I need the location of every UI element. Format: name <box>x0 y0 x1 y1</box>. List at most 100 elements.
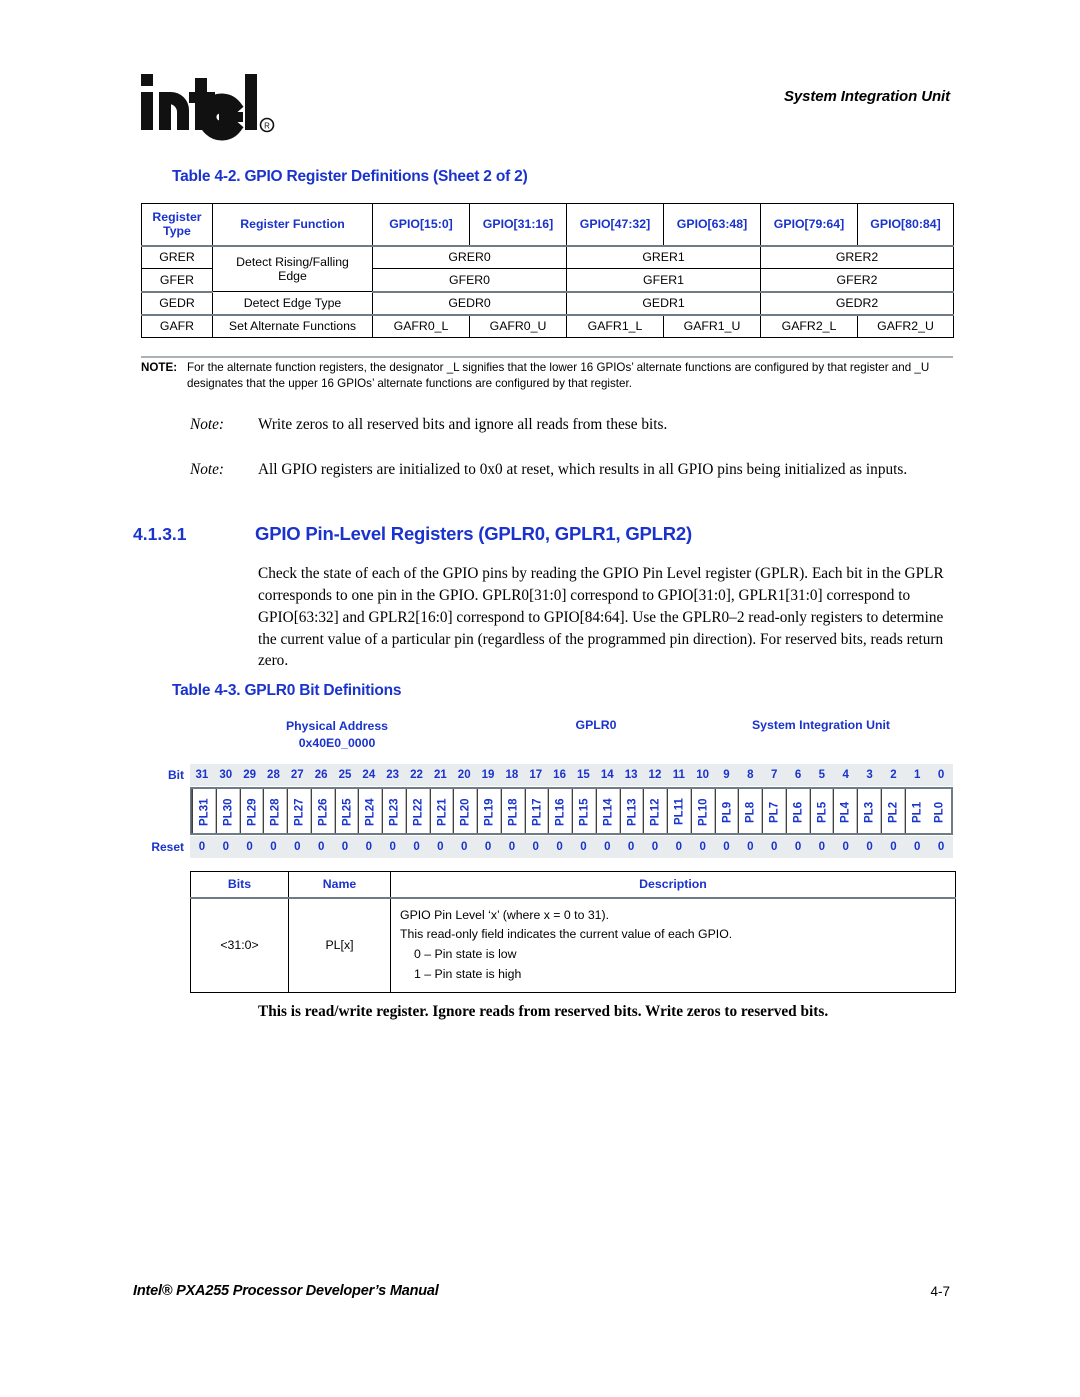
bit-number-23: 8 <box>747 769 754 781</box>
col-gpio-63-48: GPIO[63:48] <box>663 203 761 247</box>
bit-number-6: 25 <box>338 769 352 781</box>
table-note-divider <box>141 356 953 358</box>
desc-line-4: 1 – Pin state is high <box>414 967 522 982</box>
col-description: Description <box>390 871 956 899</box>
cell-grer0: GRER0 <box>372 245 567 269</box>
svg-text:R: R <box>264 122 270 131</box>
field-name-31: PL0 <box>933 801 946 823</box>
note-label: Note: <box>190 461 224 478</box>
field-name-13: PL18 <box>500 789 525 833</box>
field-name-4: PL27 <box>287 789 311 833</box>
reset-value-row: Reset 0 0 0 0 0 0 0 0 0 0 0 0 0 0 0 0 0 0 0 0 0 0 0 0 0 0 0 0 0 0 0 0 <box>141 836 953 858</box>
field-name-21: PL10 <box>690 789 715 833</box>
field-name-18: PL13 <box>619 789 644 833</box>
col-gpio-31-16: GPIO[31:16] <box>469 203 567 247</box>
bit-number-15: 16 <box>553 769 566 781</box>
cell-gafr0-u: GAFR0_U <box>469 314 567 338</box>
reset-value-11: 0 <box>461 841 468 853</box>
cell-register-function: Detect Edge Type <box>212 291 373 316</box>
bit-number-25: 6 <box>794 769 802 781</box>
cell-gedr1: GEDR1 <box>566 291 761 316</box>
running-head: System Integration Unit <box>783 88 950 105</box>
reset-value-4: 0 <box>294 841 301 853</box>
bit-number-29: 2 <box>890 769 897 781</box>
reset-value-3: 0 <box>270 841 277 853</box>
bit-number-16: 15 <box>577 769 590 781</box>
desc-line-1: GPIO Pin Level ‘x’ (where x = 0 to 31). <box>400 907 610 922</box>
field-name-1: PL30 <box>215 789 240 833</box>
cell-gafr2-l: GAFR2_L <box>760 314 858 338</box>
bit-number-11: 20 <box>457 769 471 781</box>
cell-register-type: GFER <box>141 268 213 293</box>
bit-number-21: 10 <box>696 769 710 781</box>
reset-value-13: 0 <box>508 841 516 853</box>
bit-number-0: 31 <box>195 769 209 781</box>
reset-value-30: 0 <box>914 841 921 853</box>
col-bits: Bits <box>190 871 289 899</box>
note-text: Write zeros to all reserved bits and ign… <box>258 416 668 433</box>
table-4-3-caption: Table 4-3. GPLR0 Bit Definitions <box>172 682 402 699</box>
field-name-15: PL16 <box>548 789 572 833</box>
table-row: <31:0> PL[x] GPIO Pin Level ‘x’ (where x… <box>190 896 956 994</box>
footer-page-number: 4-7 <box>930 1284 950 1299</box>
bit-number-12: 19 <box>481 769 495 781</box>
section-number: 4.1.3.1 <box>133 524 187 544</box>
cell-gafr1-l: GAFR1_L <box>566 314 664 338</box>
col-gpio-15-0: GPIO[15:0] <box>372 203 470 247</box>
note-write-zeros: Note: Write zeros to all reserved bits a… <box>190 414 960 436</box>
bit-number-14: 17 <box>529 769 543 781</box>
bit-number-20: 11 <box>672 769 685 781</box>
reset-value-22: 0 <box>723 841 730 853</box>
register-unit: System Integration Unit <box>751 718 891 732</box>
cell-gafr2-u: GAFR2_U <box>857 314 954 338</box>
field-name-25: PL6 <box>785 789 810 833</box>
reset-value-24: 0 <box>770 841 778 853</box>
reset-value-29: 0 <box>890 841 897 853</box>
func-line-2: Edge <box>278 268 307 283</box>
bit-number-10: 21 <box>433 769 447 781</box>
bit-row-label: Bit <box>168 768 184 782</box>
register-meta-row: Physical Address 0x40E0_0000 GPLR0 Syste… <box>141 718 953 760</box>
reset-value-5: 0 <box>317 841 325 853</box>
note-text: For the alternate function registers, th… <box>187 361 930 391</box>
physical-address-value: 0x40E0_0000 <box>298 735 376 750</box>
field-name-5: PL26 <box>310 789 335 833</box>
register-bit-map: Bit 31 30 29 28 27 26 25 24 23 22 21 20 19 18 17 16 15 14… <box>141 764 953 858</box>
col-gpio-80-84: GPIO[80:84] <box>857 203 954 247</box>
field-name-23: PL8 <box>738 789 762 833</box>
gpio-register-definitions-table: Register Type Register Function GPIO[15:… <box>141 203 954 338</box>
field-name-29: PL2 <box>880 789 905 833</box>
field-name-26: PL5 <box>809 789 834 833</box>
reset-value-20: 0 <box>675 841 682 853</box>
cell-gedr2: GEDR2 <box>760 291 954 316</box>
reset-value-14: 0 <box>532 841 539 853</box>
note-label: NOTE: <box>141 361 178 374</box>
note-label: Note: <box>190 416 224 433</box>
col-register-type-l1: Register <box>152 209 202 224</box>
bit-number-5: 26 <box>314 769 328 781</box>
reset-value-1: 0 <box>222 841 229 853</box>
field-name-12: PL19 <box>477 789 501 833</box>
bit-number-9: 22 <box>410 769 423 781</box>
reset-value-18: 0 <box>627 841 635 853</box>
cell-name: PL[x] <box>288 896 391 994</box>
bit-number-31: 0 <box>937 769 945 781</box>
field-name-2: PL29 <box>239 789 264 833</box>
field-name-8: PL23 <box>382 789 406 833</box>
col-gpio-79-64: GPIO[79:64] <box>760 203 858 247</box>
bit-number-3: 28 <box>267 769 280 781</box>
col-register-type-l2: Type <box>163 224 191 239</box>
reset-value-28: 0 <box>866 841 873 853</box>
cell-gafr1-u: GAFR1_U <box>663 314 761 338</box>
section-title: GPIO Pin-Level Registers (GPLR0, GPLR1, … <box>255 523 692 544</box>
func-line-1: Detect Rising/Falling <box>236 254 349 269</box>
reset-value-27: 0 <box>842 841 849 853</box>
bit-number-13: 18 <box>505 769 519 781</box>
reset-value-9: 0 <box>413 841 420 853</box>
document-page: R System Integration Unit Table 4-2. GPI… <box>0 0 1080 1397</box>
bit-number-row: Bit 31 30 29 28 27 26 25 24 23 22 21 20 19 18 17 16 15 14… <box>141 764 953 786</box>
reset-value-25: 0 <box>794 841 802 853</box>
bit-number-cells: 31 30 29 28 27 26 25 24 23 22 21 20 19 18 17 16 15 14 13 12… <box>190 764 953 786</box>
bit-number-30: 1 <box>914 769 921 781</box>
reset-value-2: 0 <box>246 841 253 853</box>
